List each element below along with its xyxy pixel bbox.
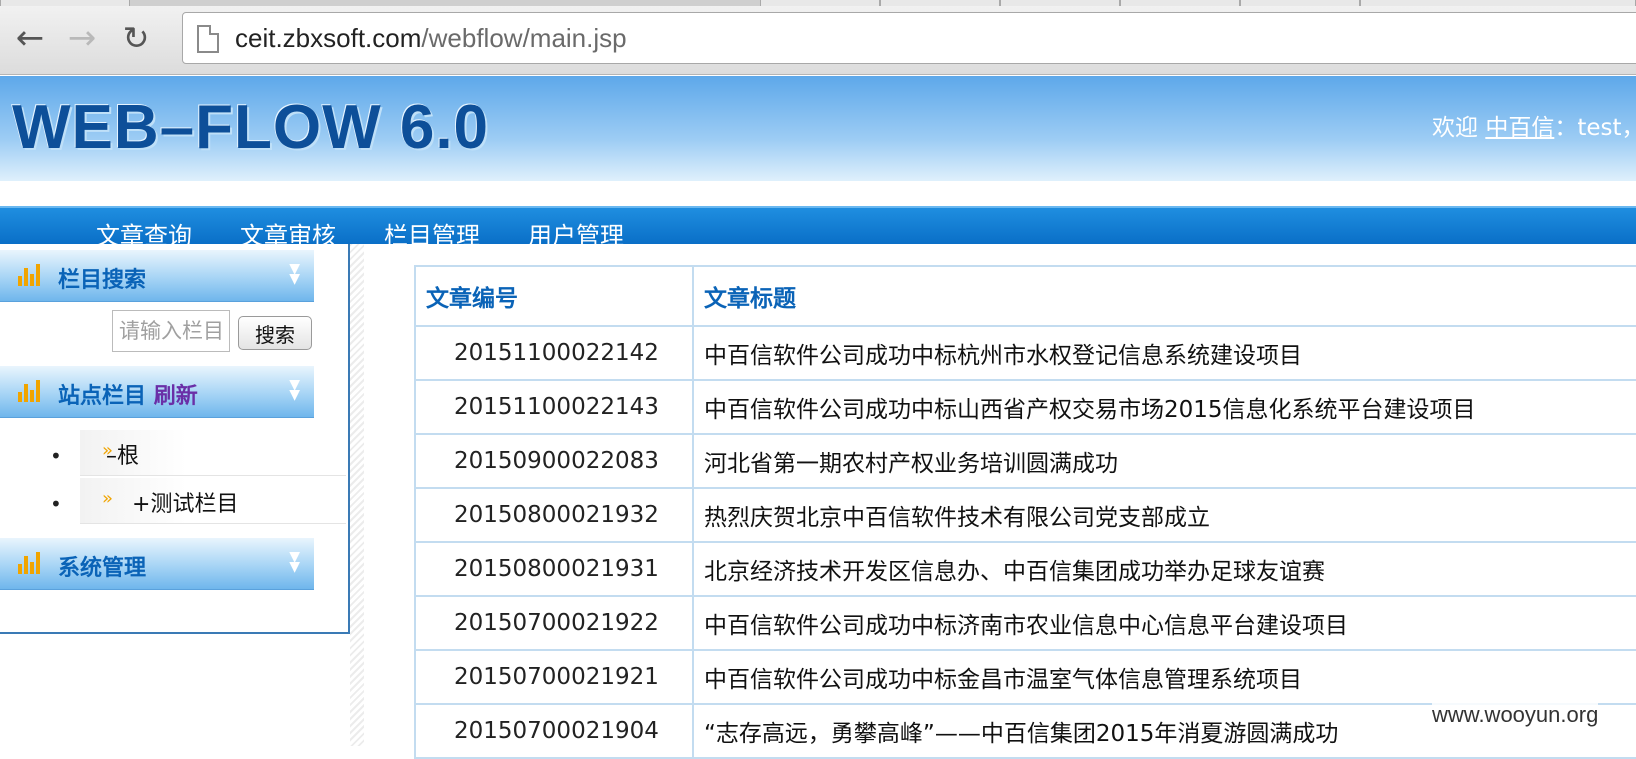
article-id: 20150700021921 xyxy=(414,649,694,705)
article-title[interactable]: 中百信软件公司成功中标杭州市水权登记信息系统建设项目 xyxy=(692,325,1636,381)
browser-toolbar: ← → ↻ ceit.zbxsoft.com/webflow/main.jsp xyxy=(0,0,1636,75)
table-row[interactable]: 20151100022142 中百信软件公司成功中标杭州市水权登记信息系统建设项目 xyxy=(414,325,1636,381)
search-button[interactable]: 搜索 xyxy=(238,316,312,350)
tree-label[interactable]: +测试栏目 xyxy=(132,486,238,518)
panel-title-text: 站点栏目 xyxy=(58,384,147,409)
chart-bars-icon xyxy=(18,380,44,402)
tree-toggle[interactable]: – xyxy=(106,444,117,469)
article-id: 20150800021931 xyxy=(414,541,694,597)
column-search-input[interactable] xyxy=(112,310,230,352)
article-id: 20150700021922 xyxy=(414,595,694,651)
browser-tab[interactable] xyxy=(1000,0,1120,6)
tree-toggle[interactable]: + xyxy=(132,492,150,517)
sidebar-divider xyxy=(350,244,364,746)
table-row[interactable]: 20150800021932 热烈庆贺北京中百信软件技术有限公司党支部成立 xyxy=(414,487,1636,543)
collapse-chevron-icon[interactable]: ▼ ▼ xyxy=(289,378,300,402)
panel-title: 系统管理 xyxy=(58,556,147,581)
article-table: 文章编号 文章标题 20151100022142 中百信软件公司成功中标杭州市水权… xyxy=(414,265,1636,759)
url-text[interactable]: ceit.zbxsoft.com/webflow/main.jsp xyxy=(235,23,627,54)
list-bullet: • xyxy=(50,492,62,516)
collapse-chevron-icon[interactable]: ▼ ▼ xyxy=(289,262,300,286)
table-row[interactable]: 20150700021922 中百信软件公司成功中标济南市农业信息中心信息平台建设… xyxy=(414,595,1636,651)
article-title[interactable]: 中百信软件公司成功中标山西省产权交易市场2015信息化系统平台建设项目 xyxy=(692,379,1636,435)
forward-arrow-icon[interactable]: → xyxy=(62,18,102,58)
panel-title: 站点栏目 刷新 xyxy=(58,378,198,410)
main-menu: 文章查询 文章审核 栏目管理 用户管理 xyxy=(0,206,1636,250)
page-icon xyxy=(197,25,219,53)
article-title[interactable]: 河北省第一期农村产权业务培训圆满成功 xyxy=(692,433,1636,489)
table-row[interactable]: 20150700021921 中百信软件公司成功中标金昌市温室气体信息管理系统项目 xyxy=(414,649,1636,705)
tree-arrow-icon: » xyxy=(102,488,114,509)
menu-item-column-management[interactable]: 栏目管理 xyxy=(384,216,480,251)
panel-header-site-columns[interactable]: 站点栏目 刷新 ▼ ▼ xyxy=(0,366,314,418)
article-title[interactable]: 中百信软件公司成功中标济南市农业信息中心信息平台建设项目 xyxy=(692,595,1636,651)
app-header: WEB–FLOW 6.0 欢迎 中百信：test， xyxy=(0,76,1636,181)
menu-item-user-management[interactable]: 用户管理 xyxy=(528,216,624,251)
reload-icon[interactable]: ↻ xyxy=(116,18,156,58)
address-bar[interactable]: ceit.zbxsoft.com/webflow/main.jsp xyxy=(182,12,1636,64)
tree-label-text: 测试栏目 xyxy=(150,492,239,517)
article-title[interactable]: 中百信软件公司成功中标金昌市温室气体信息管理系统项目 xyxy=(692,649,1636,705)
welcome-message: 欢迎 中百信：test， xyxy=(1432,108,1636,142)
panel-header-column-search[interactable]: 栏目搜索 ▼ ▼ xyxy=(0,250,314,302)
list-bullet: • xyxy=(50,444,62,468)
browser-tab[interactable] xyxy=(1240,0,1360,6)
collapse-chevron-icon[interactable]: ▼ ▼ xyxy=(289,550,300,574)
tab-strip xyxy=(0,0,1636,6)
welcome-prefix: 欢迎 xyxy=(1432,115,1478,141)
table-header-row: 文章编号 文章标题 xyxy=(414,265,1636,327)
browser-tab[interactable] xyxy=(880,0,1000,6)
table-row[interactable]: 20150800021931 北京经济技术开发区信息办、中百信集团成功举办足球友谊… xyxy=(414,541,1636,597)
panel-header-system-management[interactable]: 系统管理 ▼ ▼ xyxy=(0,538,314,590)
tree-label-text: 根 xyxy=(117,444,140,469)
browser-tab[interactable] xyxy=(1120,0,1240,6)
welcome-user-link[interactable]: 中百信 xyxy=(1485,115,1554,141)
welcome-suffix: ：test， xyxy=(1554,115,1636,141)
back-arrow-icon[interactable]: ← xyxy=(10,18,50,58)
tree-row[interactable]: » –根 xyxy=(80,430,346,476)
column-header-article-id[interactable]: 文章编号 xyxy=(414,265,694,327)
watermark: www.wooyun.org xyxy=(1432,702,1599,728)
table-row[interactable]: 20150900022083 河北省第一期农村产权业务培训圆满成功 xyxy=(414,433,1636,489)
url-domain: ceit.zbxsoft.com xyxy=(235,23,422,53)
tree-item-test-column: • » +测试栏目 xyxy=(0,478,348,524)
article-id: 20151100022142 xyxy=(414,325,694,381)
browser-tab[interactable] xyxy=(760,0,880,6)
article-id: 20150800021932 xyxy=(414,487,694,543)
app-logo: WEB–FLOW 6.0 xyxy=(12,93,490,162)
article-id: 20151100022143 xyxy=(414,379,694,435)
panel-title: 栏目搜索 xyxy=(58,268,147,293)
refresh-link[interactable]: 刷新 xyxy=(154,384,198,409)
article-title[interactable]: 热烈庆贺北京中百信软件技术有限公司党支部成立 xyxy=(692,487,1636,543)
column-header-article-title[interactable]: 文章标题 xyxy=(692,265,1636,327)
chart-bars-icon xyxy=(18,552,44,574)
article-title[interactable]: 北京经济技术开发区信息办、中百信集团成功举办足球友谊赛 xyxy=(692,541,1636,597)
browser-tab[interactable] xyxy=(0,0,130,6)
table-row[interactable]: 20151100022143 中百信软件公司成功中标山西省产权交易市场2015信息… xyxy=(414,379,1636,435)
article-id: 20150900022083 xyxy=(414,433,694,489)
tree-label[interactable]: –根 xyxy=(106,438,139,470)
tree-row[interactable]: » +测试栏目 xyxy=(80,478,346,524)
article-id: 20150700021904 xyxy=(414,703,694,759)
chart-bars-icon xyxy=(18,264,44,286)
tree-item-root: • » –根 xyxy=(0,430,348,476)
browser-tab[interactable] xyxy=(1360,0,1636,6)
url-path: /webflow/main.jsp xyxy=(421,23,627,53)
